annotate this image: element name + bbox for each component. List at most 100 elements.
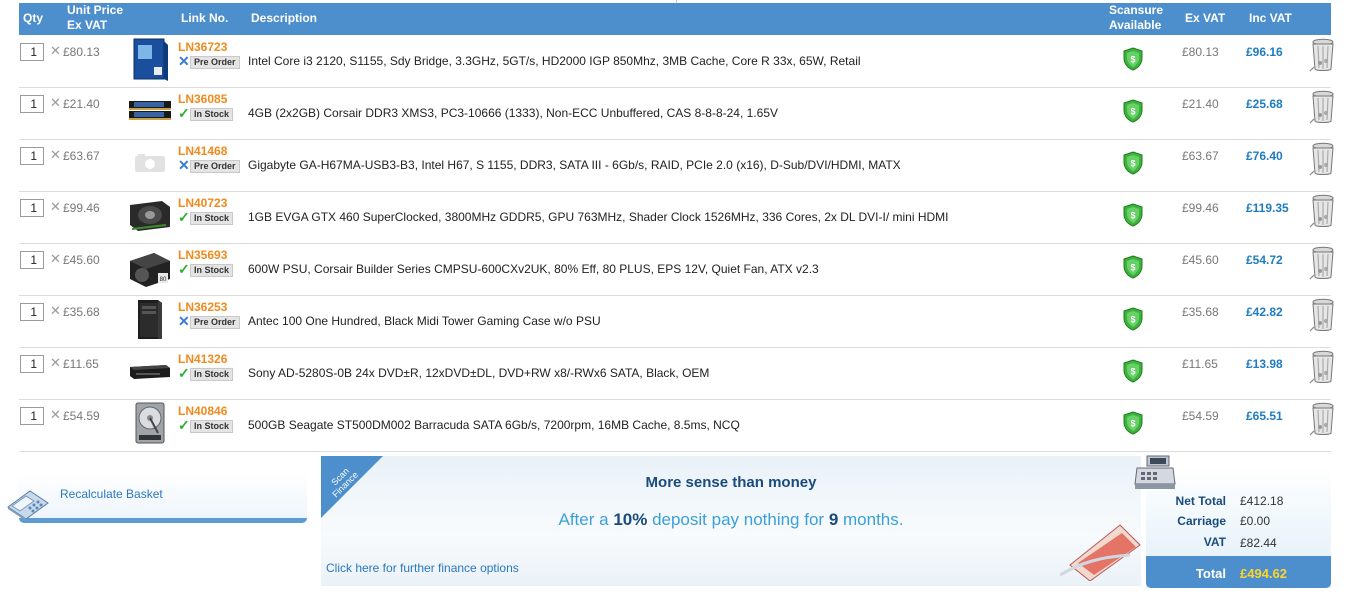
stock-status-label: In Stock <box>190 420 234 433</box>
basket-row: 1 ✕ £99.46 LN40723 ✓ In Stock 1GB EVGA G… <box>19 191 1334 244</box>
header-inc-vat: Inc VAT <box>1249 11 1292 25</box>
svg-text:$: $ <box>1130 263 1135 273</box>
carriage-value: £0.00 <box>1240 514 1271 528</box>
scansure-shield-icon: $ <box>1123 411 1143 435</box>
calculator-icon[interactable] <box>6 481 50 521</box>
multiply-icon: ✕ <box>50 95 61 110</box>
qty-input[interactable]: 1 <box>20 43 44 61</box>
delete-trash-icon[interactable] <box>1307 193 1335 229</box>
inc-vat-price: £13.98 <box>1246 357 1283 371</box>
unit-price: £45.60 <box>63 253 100 267</box>
product-thumbnail[interactable]: 80 <box>128 245 172 289</box>
header-qty: Qty <box>23 11 44 25</box>
qty-input[interactable]: 1 <box>20 303 44 321</box>
finance-offer: After a 10% deposit pay nothing for 9 mo… <box>321 510 1141 530</box>
qty-input[interactable]: 1 <box>20 407 44 425</box>
multiply-icon: ✕ <box>50 199 61 214</box>
svg-text:$: $ <box>1130 107 1135 117</box>
product-description[interactable]: 1GB EVGA GTX 460 SuperClocked, 3800MHz G… <box>248 210 948 224</box>
inc-vat-price: £119.35 <box>1246 201 1289 215</box>
vat-label: VAT <box>1203 535 1226 549</box>
product-description[interactable]: 500GB Seagate ST500DM002 Barracuda SATA … <box>248 418 740 432</box>
product-description[interactable]: Gigabyte GA-H67MA-USB3-B3, Intel H67, S … <box>248 158 901 172</box>
qty-input[interactable]: 1 <box>20 355 44 373</box>
multiply-icon: ✕ <box>50 43 61 58</box>
carriage-label: Carriage <box>1177 514 1226 528</box>
stock-status-label: Pre Order <box>190 160 240 173</box>
unit-price: £63.67 <box>63 149 100 163</box>
product-thumbnail[interactable] <box>128 193 172 237</box>
status-icon: ✓ <box>178 261 190 277</box>
header-scansure-available: Available <box>1109 18 1162 32</box>
scansure-shield-icon: $ <box>1123 255 1143 279</box>
product-link[interactable]: LN41468 <box>178 144 227 158</box>
status-icon: ✓ <box>178 209 190 225</box>
delete-trash-icon[interactable] <box>1307 141 1335 177</box>
svg-text:$: $ <box>1130 315 1135 325</box>
header-ex-vat: Ex VAT <box>1185 11 1226 25</box>
delete-trash-icon[interactable] <box>1307 245 1335 281</box>
qty-input[interactable]: 1 <box>20 199 44 217</box>
qty-input[interactable]: 1 <box>20 251 44 269</box>
product-thumbnail[interactable] <box>128 37 172 81</box>
offer-middle: deposit pay nothing for <box>647 510 829 529</box>
product-link[interactable]: LN40846 <box>178 404 227 418</box>
product-description[interactable]: 600W PSU, Corsair Builder Series CMPSU-6… <box>248 262 819 276</box>
product-link[interactable]: LN36253 <box>178 300 227 314</box>
product-thumbnail[interactable] <box>128 401 172 445</box>
ex-vat-price: £54.59 <box>1182 409 1219 423</box>
status-icon: ✕ <box>178 157 190 173</box>
banknotes-image <box>1060 524 1141 581</box>
header-unit-price: Unit Price <box>67 3 124 17</box>
inc-vat-price: £96.16 <box>1246 45 1283 59</box>
product-thumbnail[interactable] <box>128 297 172 341</box>
multiply-icon: ✕ <box>50 407 61 422</box>
qty-input[interactable]: 1 <box>20 147 44 165</box>
unit-price: £35.68 <box>63 305 100 319</box>
ex-vat-price: £99.46 <box>1182 201 1219 215</box>
recalculate-basket-button[interactable]: Recalculate Basket <box>60 487 163 501</box>
header-link-no: Link No. <box>181 11 229 25</box>
ex-vat-price: £80.13 <box>1182 45 1219 59</box>
scansure-shield-icon: $ <box>1123 307 1143 331</box>
product-description[interactable]: Intel Core i3 2120, S1155, Sdy Bridge, 3… <box>248 54 861 68</box>
product-link[interactable]: LN41326 <box>178 352 227 366</box>
product-thumbnail[interactable] <box>128 141 172 185</box>
basket-row: 1 ✕ £11.65 LN41326 ✓ In Stock Sony AD-52… <box>19 347 1334 400</box>
header-unit-price-exvat: Ex VAT <box>67 18 108 32</box>
product-description[interactable]: Antec 100 One Hundred, Black Midi Tower … <box>248 314 601 328</box>
product-link[interactable]: LN36723 <box>178 40 227 54</box>
delete-trash-icon[interactable] <box>1307 37 1335 73</box>
stock-status-label: In Stock <box>190 368 234 381</box>
basket-header: Qty Unit Price Ex VAT Link No. Descripti… <box>19 3 1331 35</box>
product-description[interactable]: 4GB (2x2GB) Corsair DDR3 XMS3, PC3-10666… <box>248 106 778 120</box>
qty-input[interactable]: 1 <box>20 95 44 113</box>
svg-text:80: 80 <box>160 277 167 283</box>
scansure-shield-icon: $ <box>1123 359 1143 383</box>
delete-trash-icon[interactable] <box>1307 89 1335 125</box>
delete-trash-icon[interactable] <box>1307 297 1335 333</box>
product-link[interactable]: LN36085 <box>178 92 227 106</box>
scansure-shield-icon: $ <box>1123 47 1143 71</box>
status-icon: ✓ <box>178 365 190 381</box>
stock-status-label: In Stock <box>190 108 234 121</box>
total-value: £494.62 <box>1240 566 1287 581</box>
product-link[interactable]: LN35693 <box>178 248 227 262</box>
product-description[interactable]: Sony AD-5280S-0B 24x DVD±R, 12xDVD±DL, D… <box>248 366 709 380</box>
delete-trash-icon[interactable] <box>1307 349 1335 385</box>
unit-price: £80.13 <box>63 45 100 59</box>
delete-trash-icon[interactable] <box>1307 401 1335 437</box>
ex-vat-price: £45.60 <box>1182 253 1219 267</box>
basket-row: 1 ✕ £45.60 80 LN35693 ✓ In Stock 600W PS… <box>19 243 1334 296</box>
finance-options-link[interactable]: Click here for further finance options <box>326 561 519 575</box>
product-thumbnail[interactable] <box>128 89 172 133</box>
unit-price: £21.40 <box>63 97 100 111</box>
product-link[interactable]: LN40723 <box>178 196 227 210</box>
product-thumbnail[interactable] <box>128 349 172 393</box>
net-total-label: Net Total <box>1175 494 1226 508</box>
total-label: Total <box>1195 566 1226 581</box>
unit-price: £54.59 <box>63 409 100 423</box>
svg-text:$: $ <box>1130 159 1135 169</box>
ex-vat-price: £63.67 <box>1182 149 1219 163</box>
vat-value: £82.44 <box>1240 536 1277 550</box>
